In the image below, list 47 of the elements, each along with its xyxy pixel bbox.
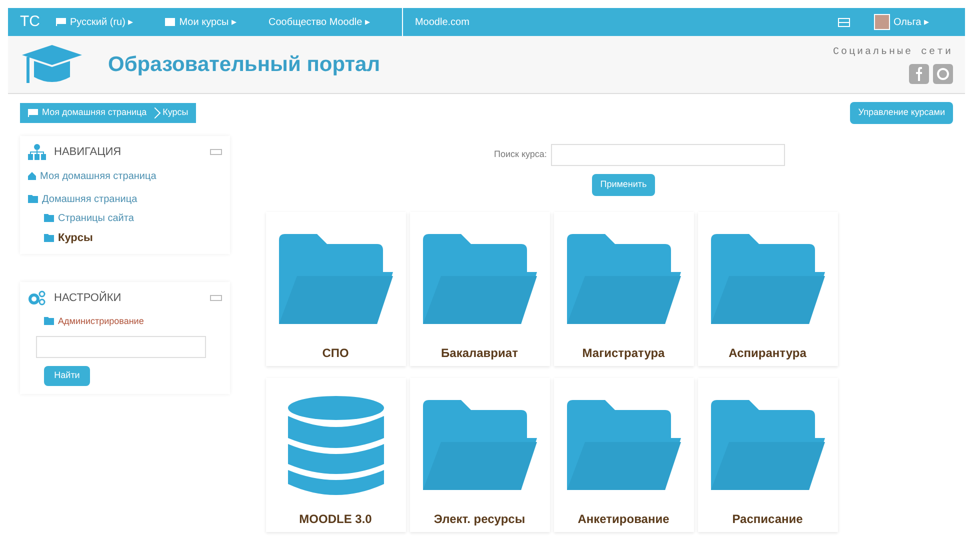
gears-icon xyxy=(28,290,46,306)
breadcrumb-link[interactable]: Моя домашняя страница xyxy=(42,106,147,120)
facebook-icon[interactable] xyxy=(909,64,929,84)
folder-icon xyxy=(44,317,54,326)
apply-button[interactable]: Применить xyxy=(592,174,655,196)
block-title: НАВИГАЦИЯ xyxy=(54,145,122,160)
category-tile[interactable]: СПО xyxy=(266,212,406,366)
sitemap-icon xyxy=(28,144,46,160)
nav-link[interactable]: Домашняя страница xyxy=(28,192,222,206)
block-controls-icon[interactable] xyxy=(210,295,222,302)
block-controls-icon[interactable] xyxy=(210,149,222,156)
category-tile[interactable]: Расписание xyxy=(698,378,838,532)
folder-icon xyxy=(44,234,54,242)
flag-icon xyxy=(56,18,66,26)
category-tile[interactable]: MOODLE 3.0 xyxy=(266,378,406,532)
social-title: Социальные сети xyxy=(832,46,953,60)
course-search-field[interactable] xyxy=(550,144,785,166)
message-icon[interactable] xyxy=(838,18,850,26)
site-title: Образовательный портал xyxy=(108,52,380,78)
nav-link[interactable]: Администрирование xyxy=(28,314,222,328)
find-button[interactable]: Найти xyxy=(44,366,90,386)
avatar[interactable] xyxy=(874,14,890,30)
category-tile[interactable]: Магистратура xyxy=(554,212,694,366)
nav-link[interactable]: Страницы сайта xyxy=(44,210,222,226)
menu-link[interactable]: Moodle.com xyxy=(414,14,470,30)
nav-link[interactable]: Моя домашняя страница xyxy=(28,168,222,184)
category-tile[interactable]: Анкетирование xyxy=(554,378,694,532)
mail-icon xyxy=(165,18,176,26)
chat-icon[interactable] xyxy=(933,64,953,84)
folder-icon xyxy=(28,195,38,203)
search-field[interactable] xyxy=(36,336,206,358)
category-tile[interactable]: Бакалавриат xyxy=(410,212,550,366)
search-label: Поиск курса: xyxy=(494,148,547,162)
breadcrumb-link[interactable]: Курсы xyxy=(162,106,188,120)
menu-link[interactable]: Мои курсы ▸ xyxy=(165,14,236,30)
menu-link[interactable]: Русский (ru) ▸ xyxy=(56,14,134,30)
category-tile[interactable]: Аспирантура xyxy=(698,212,838,366)
site-logo[interactable]: TC xyxy=(20,10,40,34)
folder-icon xyxy=(44,214,54,222)
category-tile[interactable]: Элект. ресурсы xyxy=(410,378,550,532)
block-title: НАСТРОЙКИ xyxy=(54,290,122,306)
manage-courses-button[interactable]: Управление курсами xyxy=(850,102,953,124)
user-menu[interactable]: Ольга ▸ xyxy=(894,14,929,30)
nav-link[interactable]: Курсы xyxy=(44,230,222,246)
home-icon xyxy=(28,172,36,180)
menu-link[interactable]: Сообщество Moodle ▸ xyxy=(268,14,370,30)
flag-icon xyxy=(28,109,38,117)
